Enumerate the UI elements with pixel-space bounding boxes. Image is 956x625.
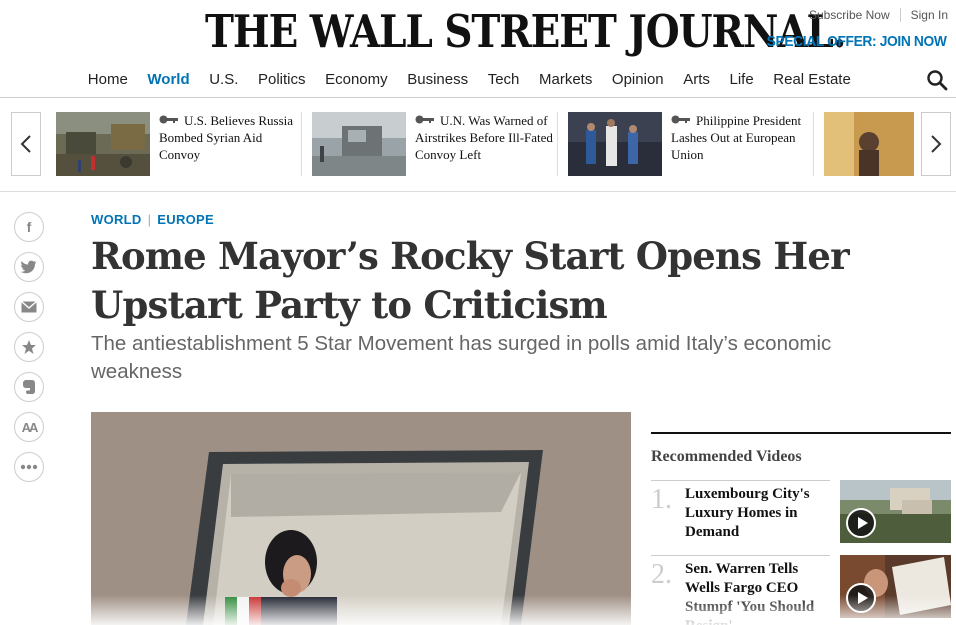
sign-in-link[interactable]: Sign In xyxy=(911,8,948,22)
item-divider xyxy=(651,555,830,556)
item-divider xyxy=(651,480,830,481)
account-links: Subscribe Now Sign In xyxy=(809,8,948,22)
bookmark-star-icon[interactable] xyxy=(14,332,44,362)
video-rank: 2. xyxy=(651,559,672,590)
special-offer-link[interactable]: SPECIAL OFFER: JOIN NOW xyxy=(767,33,947,50)
carousel-prev-button[interactable] xyxy=(11,112,41,176)
nav-item-tech[interactable]: Tech xyxy=(488,71,520,88)
article-headline: Rome Mayor’s Rocky Start Opens Her Upsta… xyxy=(91,234,850,327)
card-thumbnail xyxy=(568,112,662,176)
key-icon xyxy=(159,115,178,124)
search-icon[interactable] xyxy=(926,69,948,91)
nav-item-home[interactable]: Home xyxy=(88,71,128,88)
bottom-fade xyxy=(0,595,956,625)
nav-item-arts[interactable]: Arts xyxy=(683,71,710,88)
evernote-icon[interactable] xyxy=(14,372,44,402)
nav-item-politics[interactable]: Politics xyxy=(258,71,306,88)
recommended-videos: Recommended Videos 1. Luxembourg City's … xyxy=(651,432,951,625)
nav-item-business[interactable]: Business xyxy=(407,71,468,88)
recommended-videos-title: Recommended Videos xyxy=(651,448,802,465)
nav-item-world[interactable]: World xyxy=(147,71,189,88)
card-divider xyxy=(557,112,558,176)
nav-item-us[interactable]: U.S. xyxy=(209,71,238,88)
kicker-section-link[interactable]: WORLD xyxy=(91,212,142,227)
carousel-next-button[interactable] xyxy=(921,112,951,176)
wsj-logo[interactable]: THE WALL STREET JOURNAL. xyxy=(205,3,846,61)
card-divider xyxy=(813,112,814,176)
card-thumbnail xyxy=(312,112,406,176)
card-title: U.S. Believes Russia Bombed Syrian Aid C… xyxy=(159,113,294,162)
kicker-subsection-link[interactable]: EUROPE xyxy=(157,212,214,227)
subscribe-link[interactable]: Subscribe Now xyxy=(809,8,890,22)
key-icon xyxy=(415,115,434,124)
share-rail: f AA xyxy=(14,212,44,492)
card-thumbnail xyxy=(56,112,150,176)
chevron-left-icon xyxy=(20,135,31,153)
card-title: U.N. Was Warned of Airstrikes Before Ill… xyxy=(415,113,553,162)
nav-item-markets[interactable]: Markets xyxy=(539,71,592,88)
card-thumbnail xyxy=(824,112,914,176)
card-divider xyxy=(301,112,302,176)
main-nav: Home World U.S. Politics Economy Busines… xyxy=(0,62,956,98)
nav-item-life[interactable]: Life xyxy=(729,71,753,88)
nav-item-economy[interactable]: Economy xyxy=(325,71,388,88)
article-dek: The antiestablishment 5 Star Movement ha… xyxy=(91,332,832,383)
twitter-icon[interactable] xyxy=(14,252,44,282)
chevron-right-icon xyxy=(931,135,942,153)
video-thumbnail[interactable] xyxy=(840,480,951,543)
video-title[interactable]: Luxembourg City's Luxury Homes in Demand xyxy=(685,485,831,542)
facebook-icon[interactable]: f xyxy=(14,212,44,242)
card-title: Philippine President Lashes Out at Europ… xyxy=(671,113,802,162)
headline-carousel: U.S. Believes Russia Bombed Syrian Aid C… xyxy=(0,98,956,192)
masthead: THE WALL STREET JOURNAL. Subscribe Now S… xyxy=(0,0,956,62)
text-size-icon[interactable]: AA xyxy=(14,412,44,442)
kicker-divider: | xyxy=(147,212,152,227)
email-icon[interactable] xyxy=(14,292,44,322)
play-icon xyxy=(846,508,876,538)
divider xyxy=(899,8,901,22)
video-item[interactable]: 1. Luxembourg City's Luxury Homes in Dem… xyxy=(651,480,951,554)
article-kicker: WORLD | EUROPE xyxy=(91,212,214,227)
more-icon[interactable] xyxy=(14,452,44,482)
key-icon xyxy=(671,115,690,124)
hero-image xyxy=(91,412,631,625)
nav-item-real-estate[interactable]: Real Estate xyxy=(773,71,851,88)
video-rank: 1. xyxy=(651,484,672,515)
nav-item-opinion[interactable]: Opinion xyxy=(612,71,664,88)
